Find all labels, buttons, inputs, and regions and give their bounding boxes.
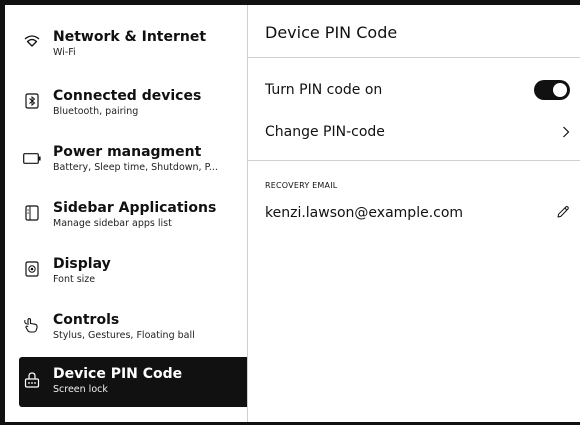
chevron-right-icon: [562, 123, 570, 142]
change-pin-label: Change PIN-code: [265, 124, 385, 140]
bluetooth-icon: [19, 93, 45, 109]
page-title: Device PIN Code: [265, 23, 398, 42]
title-divider: [248, 57, 580, 58]
pin-toggle-row[interactable]: Turn PIN code on: [265, 75, 570, 105]
sidebar-item-sublabel: Screen lock: [53, 384, 108, 395]
sidebar-item-device-pin-code[interactable]: Device PIN Code Screen lock: [19, 357, 247, 407]
wifi-icon: [19, 34, 45, 48]
recovery-email-section-label: RECOVERY EMAIL: [265, 181, 338, 190]
sidebar-item-sublabel: Bluetooth, pairing: [53, 106, 139, 117]
sidebar-item-network[interactable]: Network & Internet Wi-Fi: [19, 27, 247, 78]
sidebar-item-label: Sidebar Applications: [53, 200, 217, 216]
sidebar-item-power[interactable]: Power managment Battery, Sleep time, Shu…: [19, 142, 247, 193]
sidebar-item-label: Device PIN Code: [53, 366, 183, 382]
battery-icon: [19, 153, 45, 164]
sidebar-item-sublabel: Manage sidebar apps list: [53, 218, 172, 229]
sidebar-item-label: Network & Internet: [53, 29, 207, 45]
sidebar-item-controls[interactable]: Controls Stylus, Gestures, Floating ball: [19, 310, 247, 361]
sidebar-item-sublabel: Wi-Fi: [53, 47, 76, 58]
sidebar-item-sublabel: Stylus, Gestures, Floating ball: [53, 330, 195, 341]
sidebar-item-label: Power managment: [53, 144, 202, 160]
sidebar-item-sidebar-applications[interactable]: Sidebar Applications Manage sidebar apps…: [19, 198, 247, 249]
settings-sidebar: Network & Internet Wi-Fi Connected devic…: [5, 5, 247, 422]
section-divider: [248, 160, 580, 161]
change-pin-row[interactable]: Change PIN-code: [265, 117, 570, 147]
sidebar-item-sublabel: Battery, Sleep time, Shutdown, P...: [53, 162, 218, 173]
lock-icon: [19, 371, 45, 389]
toggle-knob: [553, 83, 567, 97]
recovery-email-row[interactable]: kenzi.lawson@example.com: [265, 198, 570, 228]
sidebar-item-connected-devices[interactable]: Connected devices Bluetooth, pairing: [19, 86, 247, 137]
sidebar-item-display[interactable]: Display Font size: [19, 254, 247, 305]
sidebar-item-sublabel: Font size: [53, 274, 96, 285]
sidebar-item-label: Display: [53, 256, 111, 272]
edit-pencil-icon[interactable]: [556, 204, 570, 223]
settings-window: Network & Internet Wi-Fi Connected devic…: [0, 0, 580, 425]
display-icon: [19, 261, 45, 277]
sidebar-item-label: Connected devices: [53, 88, 202, 104]
pin-settings-panel: Device PIN Code Turn PIN code on Change …: [248, 5, 580, 422]
pin-toggle-label: Turn PIN code on: [265, 82, 383, 98]
gesture-hand-icon: [19, 317, 45, 333]
sidebar-apps-icon: [19, 205, 45, 221]
sidebar-item-label: Controls: [53, 312, 120, 328]
pin-toggle-switch[interactable]: [534, 80, 570, 100]
recovery-email-value: kenzi.lawson@example.com: [265, 205, 464, 221]
